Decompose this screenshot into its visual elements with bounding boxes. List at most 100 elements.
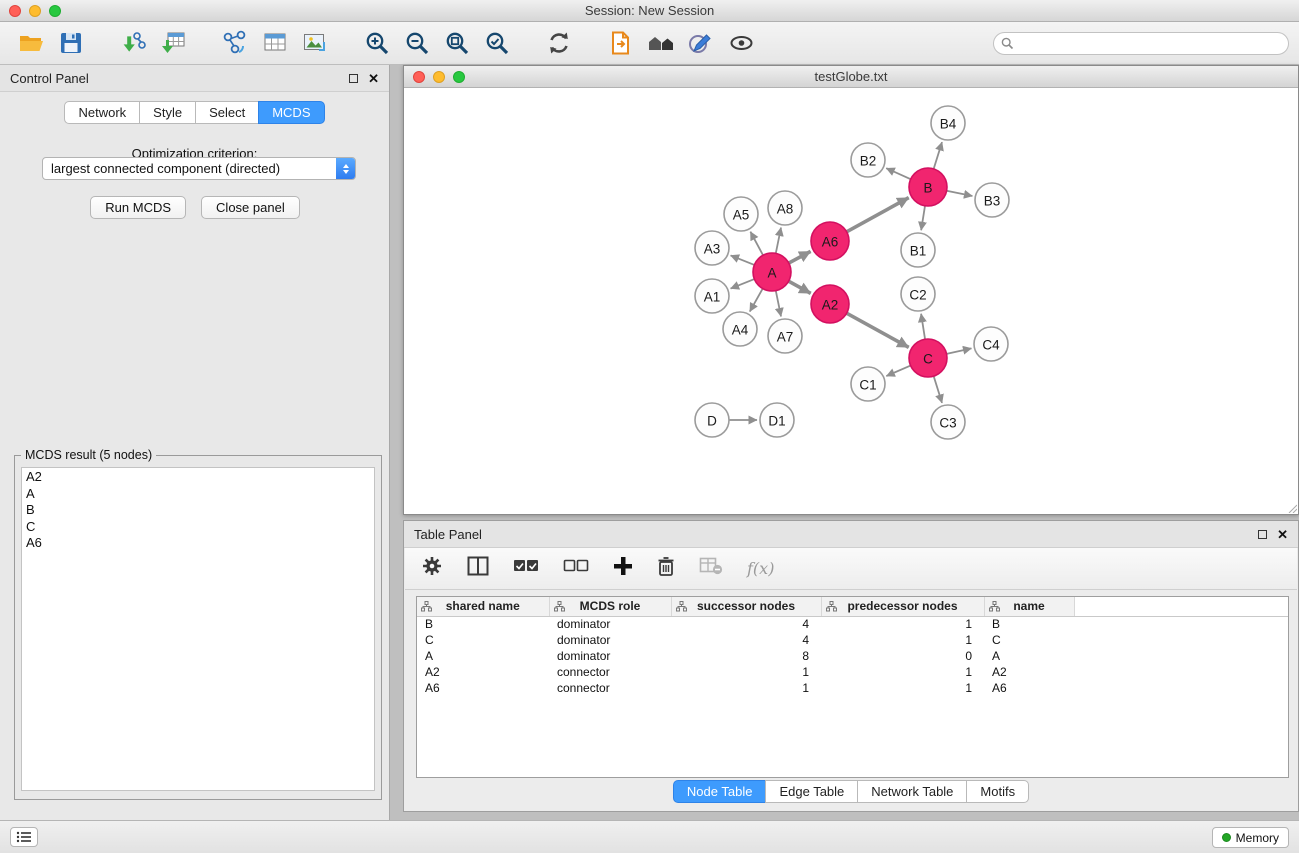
tab-select[interactable]: Select xyxy=(195,101,259,124)
zoom-selected-button[interactable] xyxy=(480,26,514,60)
zoom-in-button[interactable] xyxy=(360,26,394,60)
edge-C-C3[interactable] xyxy=(934,376,942,403)
resize-grip[interactable] xyxy=(1285,501,1297,513)
table-row[interactable]: Cdominator41C xyxy=(417,632,1288,648)
edge-A-A4[interactable] xyxy=(750,289,763,312)
edge-C-C2[interactable] xyxy=(921,314,925,339)
node-D1[interactable]: D1 xyxy=(760,403,794,437)
search-input[interactable] xyxy=(1014,34,1288,53)
column-header-shared-name[interactable]: shared name xyxy=(417,597,549,616)
run-mcds-button[interactable]: Run MCDS xyxy=(90,196,186,219)
save-session-button[interactable] xyxy=(54,26,88,60)
function-builder-button[interactable]: f(x) xyxy=(747,559,774,578)
node-B4[interactable]: B4 xyxy=(931,106,965,140)
node-C4[interactable]: C4 xyxy=(974,327,1008,361)
edge-A-A2[interactable] xyxy=(789,281,811,293)
close-table-panel-icon[interactable]: ✕ xyxy=(1277,528,1288,541)
apply-style-button[interactable] xyxy=(684,26,718,60)
node-B1[interactable]: B1 xyxy=(901,233,935,267)
edge-A6-B[interactable] xyxy=(847,198,909,232)
edge-B-B3[interactable] xyxy=(947,191,973,196)
mcds-result-item[interactable]: C xyxy=(22,519,374,536)
close-panel-button[interactable]: Close panel xyxy=(201,196,300,219)
network-zoom-button[interactable] xyxy=(453,71,465,83)
tab-style[interactable]: Style xyxy=(139,101,196,124)
open-session-button[interactable] xyxy=(14,26,48,60)
node-A1[interactable]: A1 xyxy=(695,279,729,313)
tab-motifs[interactable]: Motifs xyxy=(966,780,1029,803)
table-row[interactable]: Adominator80A xyxy=(417,648,1288,664)
export-image-button[interactable] xyxy=(298,26,332,60)
column-header-predecessor-nodes[interactable]: predecessor nodes xyxy=(821,597,984,616)
new-table-button[interactable] xyxy=(258,26,292,60)
delete-table-button[interactable] xyxy=(699,557,723,580)
search-box[interactable] xyxy=(993,32,1289,55)
node-D[interactable]: D xyxy=(695,403,729,437)
birds-eye-view-button[interactable] xyxy=(644,26,678,60)
show-hide-button[interactable] xyxy=(724,26,758,60)
node-C[interactable]: C xyxy=(909,339,947,377)
node-A[interactable]: A xyxy=(753,253,791,291)
close-window-button[interactable] xyxy=(9,5,21,17)
edge-A-A1[interactable] xyxy=(731,279,755,289)
edge-B-B4[interactable] xyxy=(934,142,942,169)
network-snapshot-button[interactable] xyxy=(604,26,638,60)
column-header-successor-nodes[interactable]: successor nodes xyxy=(671,597,821,616)
node-C3[interactable]: C3 xyxy=(931,405,965,439)
new-network-button[interactable] xyxy=(218,26,252,60)
edge-A-A7[interactable] xyxy=(776,291,781,317)
mcds-result-item[interactable]: A2 xyxy=(22,469,374,486)
network-canvas[interactable]: B4B2BB3B1A5A8A6A3AA1A2A4A7C2C4CC1C3DD1 xyxy=(404,88,1298,514)
table-row[interactable]: A2connector11A2 xyxy=(417,664,1288,680)
node-C1[interactable]: C1 xyxy=(851,367,885,401)
delete-column-button[interactable] xyxy=(657,556,675,582)
zoom-window-button[interactable] xyxy=(49,5,61,17)
show-columns-button[interactable] xyxy=(467,556,489,581)
edge-A-A6[interactable] xyxy=(789,251,811,263)
apply-layout-button[interactable] xyxy=(542,26,576,60)
float-table-panel-icon[interactable] xyxy=(1258,530,1267,539)
network-close-button[interactable] xyxy=(413,71,425,83)
mcds-result-item[interactable]: B xyxy=(22,502,374,519)
node-A8[interactable]: A8 xyxy=(768,191,802,225)
memory-button[interactable]: Memory xyxy=(1212,827,1289,848)
import-table-button[interactable] xyxy=(156,26,190,60)
node-B3[interactable]: B3 xyxy=(975,183,1009,217)
mcds-result-item[interactable]: A6 xyxy=(22,535,374,552)
zoom-fit-button[interactable] xyxy=(440,26,474,60)
tab-edge-table[interactable]: Edge Table xyxy=(765,780,858,803)
task-history-button[interactable] xyxy=(10,827,38,847)
network-graph[interactable]: B4B2BB3B1A5A8A6A3AA1A2A4A7C2C4CC1C3DD1 xyxy=(404,88,1298,514)
edge-B-B2[interactable] xyxy=(886,168,910,179)
node-A7[interactable]: A7 xyxy=(768,319,802,353)
edge-A-A8[interactable] xyxy=(776,228,781,254)
edge-A-A3[interactable] xyxy=(731,255,755,265)
node-A4[interactable]: A4 xyxy=(723,312,757,346)
edge-A-A5[interactable] xyxy=(750,232,763,256)
float-panel-icon[interactable] xyxy=(349,74,358,83)
network-minimize-button[interactable] xyxy=(433,71,445,83)
unselect-all-columns-button[interactable] xyxy=(563,559,589,578)
node-B[interactable]: B xyxy=(909,168,947,206)
node-A3[interactable]: A3 xyxy=(695,231,729,265)
edge-C-C4[interactable] xyxy=(947,348,972,354)
edge-C-C1[interactable] xyxy=(886,366,910,376)
column-header-name[interactable]: name xyxy=(984,597,1074,616)
edge-B-B1[interactable] xyxy=(921,206,925,230)
mcds-result-item[interactable]: A xyxy=(22,486,374,503)
zoom-out-button[interactable] xyxy=(400,26,434,60)
node-A2[interactable]: A2 xyxy=(811,285,849,323)
select-all-columns-button[interactable] xyxy=(513,559,539,578)
table-row[interactable]: Bdominator41B xyxy=(417,616,1288,632)
tab-network-table[interactable]: Network Table xyxy=(857,780,967,803)
column-header-MCDS-role[interactable]: MCDS role xyxy=(549,597,671,616)
node-A5[interactable]: A5 xyxy=(724,197,758,231)
close-panel-icon[interactable]: ✕ xyxy=(368,72,379,85)
node-B2[interactable]: B2 xyxy=(851,143,885,177)
import-network-button[interactable] xyxy=(116,26,150,60)
node-A6[interactable]: A6 xyxy=(811,222,849,260)
edge-A2-C[interactable] xyxy=(847,313,909,347)
table-settings-button[interactable] xyxy=(421,555,443,582)
optimization-criterion-dropdown[interactable]: largest connected component (directed) xyxy=(42,157,356,180)
minimize-window-button[interactable] xyxy=(29,5,41,17)
